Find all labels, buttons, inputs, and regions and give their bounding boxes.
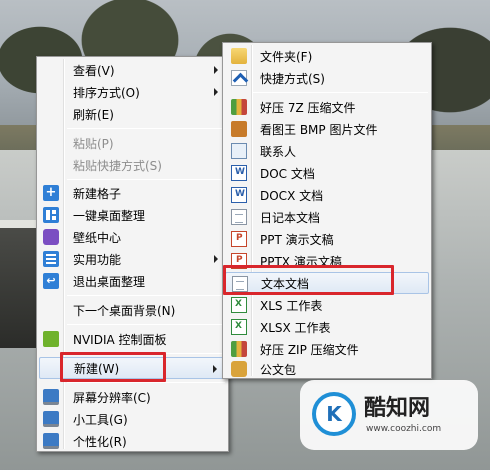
submenu-item-folder[interactable]: 文件夹(F) [225,45,429,67]
menu-item-paste[interactable]: 粘贴(P) [39,132,226,154]
menu-item-label: 好压 7Z 压缩文件 [260,100,356,115]
submenu-item-xls[interactable]: XLS 工作表 [225,294,429,316]
menu-item-label: 个性化(R) [73,434,127,449]
menu-item-label: XLS 工作表 [260,298,323,313]
shortcut-icon [231,70,247,86]
menu-separator [253,92,428,93]
menu-separator [67,128,225,129]
briefcase-icon [231,361,247,377]
menu-item-label: 好压 ZIP 压缩文件 [260,342,359,357]
submenu-item-7z-archive[interactable]: 好压 7Z 压缩文件 [225,96,429,118]
menu-item-label: 一键桌面整理 [73,208,146,223]
menu-separator [67,324,225,325]
menu-item-label: DOCX 文档 [260,188,324,203]
menu-item-label: DOC 文档 [260,166,315,181]
menu-separator [67,179,225,180]
menu-item-label: 文件夹(F) [260,49,313,64]
menu-item-next-background[interactable]: 下一个桌面背景(N) [39,299,226,321]
menu-separator [67,295,225,296]
menu-item-label: 粘贴快捷方式(S) [73,158,162,173]
submenu-item-journal[interactable]: 日记本文档 [225,206,429,228]
plus-icon: + [43,185,59,201]
new-submenu: 文件夹(F) 快捷方式(S) 好压 7Z 压缩文件 看图王 BMP 图片文件 联… [222,42,432,379]
menu-item-label: 排序方式(O) [73,85,140,100]
menu-item-label: 查看(V) [73,63,115,78]
menu-item-new-grid[interactable]: + 新建格子 [39,182,226,204]
submenu-arrow-icon [214,255,218,263]
watermark: K 酷知网 www.coozhi.com [300,380,478,450]
menu-item-label: 壁纸中心 [73,230,122,245]
menu-item-label: 屏幕分辨率(C) [73,390,151,405]
ppt-icon [231,231,247,247]
menu-item-label: 下一个桌面背景(N) [73,303,176,318]
archive-icon [231,341,247,357]
gadgets-icon [43,411,59,427]
bmp-icon [231,121,247,137]
menu-item-label: 粘贴(P) [73,136,114,151]
exit-icon: ↩ [43,273,59,289]
excel-icon [231,297,247,313]
submenu-item-contact[interactable]: 联系人 [225,140,429,162]
menu-item-label: 小工具(G) [73,412,128,427]
menu-item-nvidia-control-panel[interactable]: NVIDIA 控制面板 [39,328,226,350]
submenu-arrow-icon [213,365,217,373]
menu-item-label: 刷新(E) [73,107,114,122]
menu-item-personalize[interactable]: 个性化(R) [39,430,226,452]
menu-item-exit-organize[interactable]: ↩ 退出桌面整理 [39,270,226,292]
nvidia-icon [43,331,59,347]
menu-item-label: 联系人 [260,144,297,159]
watermark-title: 酷知网 [364,396,431,421]
folder-icon [231,48,247,64]
submenu-item-ppt[interactable]: PPT 演示文稿 [225,228,429,250]
personalize-icon [43,433,59,449]
desktop-context-menu: 查看(V) 排序方式(O) 刷新(E) 粘贴(P) 粘贴快捷方式(S) + 新建… [36,56,229,452]
submenu-item-xlsx[interactable]: XLSX 工作表 [225,316,429,338]
submenu-item-doc[interactable]: DOC 文档 [225,162,429,184]
word-icon [231,187,247,203]
menu-item-label: PPT 演示文稿 [260,232,334,247]
menu-item-gadgets[interactable]: 小工具(G) [39,408,226,430]
menu-item-label: 快捷方式(S) [260,71,325,86]
menu-item-label: NVIDIA 控制面板 [73,332,167,347]
archive-icon [231,99,247,115]
submenu-arrow-icon [214,88,218,96]
excel-icon [231,319,247,335]
watermark-logo: K [312,392,356,436]
menu-item-paste-shortcut[interactable]: 粘贴快捷方式(S) [39,154,226,176]
submenu-item-docx[interactable]: DOCX 文档 [225,184,429,206]
watermark-url: www.coozhi.com [366,424,442,434]
menu-item-screen-resolution[interactable]: 屏幕分辨率(C) [39,386,226,408]
monitor-icon [43,389,59,405]
menu-item-wallpaper-center[interactable]: 壁纸中心 [39,226,226,248]
annotation-box-text-document [223,265,394,295]
menu-item-desktop-organize[interactable]: 一键桌面整理 [39,204,226,226]
menu-item-label: 新建格子 [73,186,122,201]
submenu-item-bmp-image[interactable]: 看图王 BMP 图片文件 [225,118,429,140]
menu-item-utilities[interactable]: 实用功能 [39,248,226,270]
annotation-box-new [60,352,166,382]
cube-icon [43,229,59,245]
submenu-item-shortcut[interactable]: 快捷方式(S) [225,67,429,89]
menu-item-label: 退出桌面整理 [73,274,146,289]
menu-item-view[interactable]: 查看(V) [39,59,226,81]
menu-separator [67,382,225,383]
menu-item-label: XLSX 工作表 [260,320,331,335]
word-icon [231,165,247,181]
menu-item-label: 看图王 BMP 图片文件 [260,122,378,137]
submenu-arrow-icon [214,66,218,74]
contact-icon [231,143,247,159]
submenu-item-briefcase[interactable]: 公文包 [225,360,429,378]
list-icon [43,251,59,267]
menu-item-sort-by[interactable]: 排序方式(O) [39,81,226,103]
watermark-logo-glyph: K [326,402,342,426]
menu-item-refresh[interactable]: 刷新(E) [39,103,226,125]
menu-item-label: 日记本文档 [260,210,321,225]
menu-item-label: 实用功能 [73,252,122,267]
menu-item-label: 公文包 [260,362,297,377]
journal-icon [231,209,247,225]
layout-icon [43,207,59,223]
submenu-item-zip-archive[interactable]: 好压 ZIP 压缩文件 [225,338,429,360]
